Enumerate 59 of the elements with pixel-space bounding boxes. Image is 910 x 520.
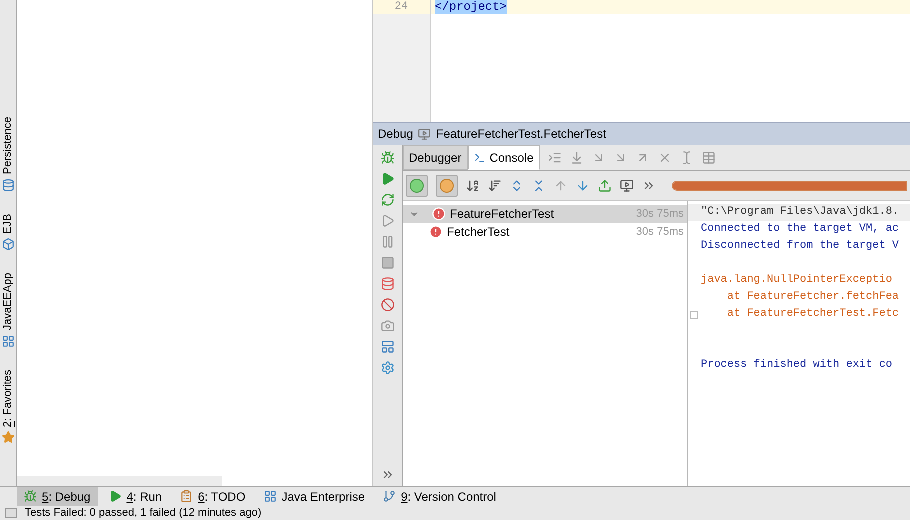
export-icon[interactable] [598,178,612,192]
ignored-toggle[interactable] [436,174,458,196]
settings-icon[interactable] [380,361,394,375]
run-config-name[interactable]: FeatureFetcherTest.FetcherTest [436,125,606,143]
clipboard-icon [180,490,194,503]
grid-icon [264,490,277,503]
tool-window-button[interactable]: 4: Run [102,486,170,506]
indent-icon[interactable] [548,150,562,164]
side-tool-tab[interactable]: 2: Favorites [0,370,16,444]
tool-window-button[interactable]: 6: TODO [173,486,253,506]
grid-icon [2,334,14,348]
branch-icon [383,490,396,503]
test-duration: 30s 75ms [636,206,684,222]
console-line: at FeatureFetcher.fetchFea [726,290,900,306]
mute-breakpoints-icon[interactable] [380,298,394,312]
bug-icon[interactable] [380,151,394,165]
sort-alpha-icon[interactable] [466,178,480,192]
console-line: Process finished with exit co [700,358,892,374]
cube-icon [2,238,14,252]
tool-window-button[interactable]: 5: Debug [17,486,98,506]
panel-tab[interactable]: Debugger [403,145,468,170]
side-tool-tab[interactable]: Persistence [0,117,16,192]
console-icon [474,152,486,164]
console-line: java.lang.NullPointerExceptio [700,273,892,288]
sort-duration-icon[interactable] [488,178,502,192]
panel-title: Debug [378,126,414,143]
refresh-icon[interactable] [380,193,394,207]
stop-icon[interactable] [380,256,394,270]
play-icon [108,490,122,503]
status-text: Tests Failed: 0 passed, 1 failed (12 minutes ago) [25,507,262,519]
tool-window-button[interactable]: 9: Version Control [376,486,504,506]
console-line: Connected to the target VM, ac [700,222,900,238]
pause-icon[interactable] [380,235,394,249]
line-number: 24 [394,0,408,14]
camera-icon[interactable] [380,319,394,333]
tool-window-button[interactable]: Java Enterprise [256,486,372,506]
panel-tab[interactable]: Console [468,145,540,170]
test-duration: 30s 75ms [636,224,684,240]
test-tree-row[interactable]: FetcherTest 30s 75ms [403,223,687,241]
fold-marker[interactable] [690,310,698,318]
layout-icon[interactable] [380,340,394,354]
console-line: Disconnected from the target V [700,239,900,254]
star-icon [2,431,14,444]
bug-icon [24,490,37,503]
console-line: at FeatureFetcherTest.Fetc [726,307,900,322]
test-tree-row[interactable]: FeatureFetcherTest 30s 75ms [403,205,687,223]
side-tool-tab[interactable]: EJB [0,214,16,252]
passed-toggle[interactable] [406,174,428,196]
step-over-icon[interactable] [570,150,584,164]
console-line: "C:\Program Files\Java\jdk1.8. [700,205,900,220]
test-name: FetcherTest [447,224,510,241]
window-icon [418,128,432,140]
side-tool-tab[interactable]: JavaEEApp [0,273,16,348]
resume-icon[interactable] [380,214,394,228]
test-name: FeatureFetcherTest [450,206,554,223]
database-icon [2,178,14,192]
table-icon[interactable] [702,150,716,164]
horizontal-scrollbar[interactable] [17,476,222,486]
rerun-icon[interactable] [380,172,394,186]
